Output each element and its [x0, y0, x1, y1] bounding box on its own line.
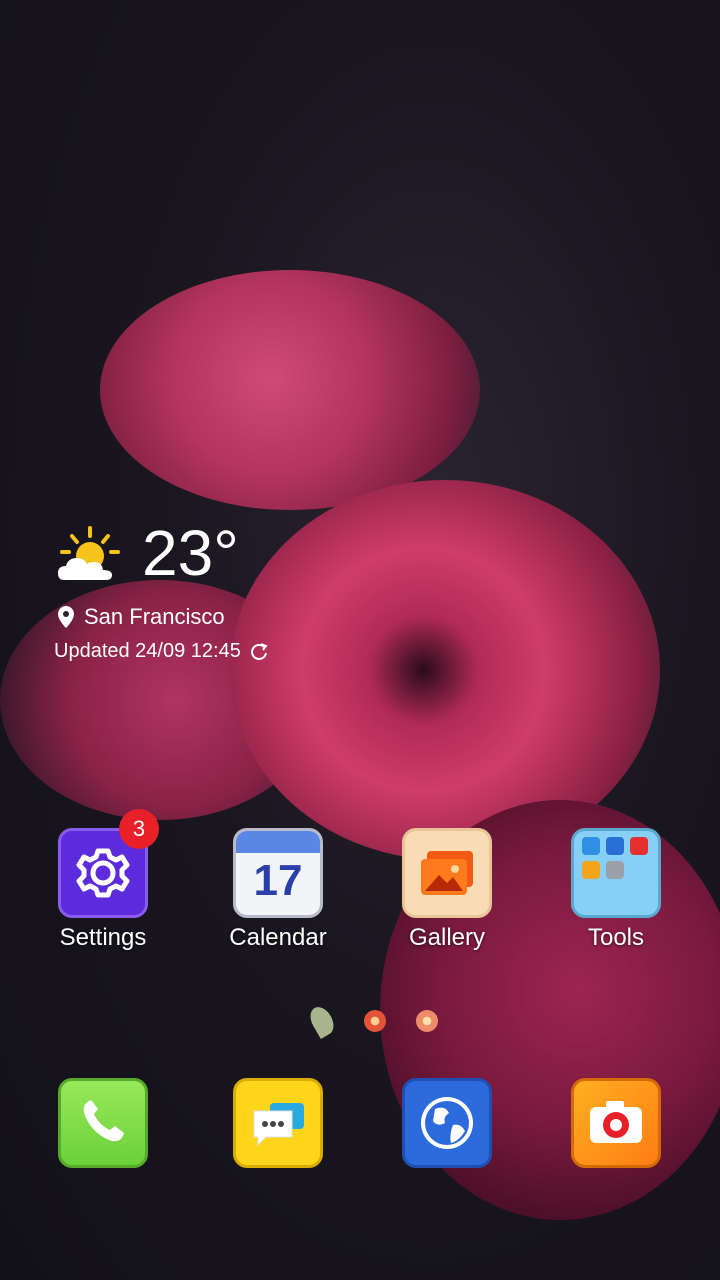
- dock-messages[interactable]: [213, 1078, 343, 1168]
- wallpaper-blossom: [364, 1010, 386, 1032]
- updated-row: Updated 24/09 12:45: [54, 640, 269, 663]
- calendar-icon: 17: [233, 828, 323, 918]
- dock-browser[interactable]: [382, 1078, 512, 1168]
- app-tools-folder[interactable]: Tools: [551, 828, 681, 952]
- folder-icon: [571, 828, 661, 918]
- browser-globe-icon: [402, 1078, 492, 1168]
- app-label: Tools: [587, 924, 645, 951]
- app-gallery[interactable]: Gallery: [382, 828, 512, 952]
- app-label: Calendar: [229, 924, 327, 951]
- folder-mini-icon: [582, 861, 600, 879]
- folder-mini-icon: [606, 837, 624, 855]
- phone-icon: [58, 1078, 148, 1168]
- dock-camera[interactable]: [551, 1078, 681, 1168]
- refresh-icon[interactable]: [249, 642, 269, 662]
- folder-mini-icon: [582, 837, 600, 855]
- app-label: Settings: [59, 924, 147, 951]
- location-pin-icon: [58, 606, 74, 628]
- message-icon: [233, 1078, 323, 1168]
- folder-mini-icon: [630, 837, 648, 855]
- app-settings[interactable]: 3 Settings: [38, 809, 168, 952]
- wallpaper-rose-top: [100, 270, 480, 510]
- wallpaper-leaf: [305, 1003, 339, 1039]
- partly-cloudy-sun-icon: [54, 524, 120, 584]
- image-icon: [402, 828, 492, 918]
- settings-icon: 3: [58, 809, 159, 918]
- calendar-header: [236, 831, 320, 853]
- updated-text: Updated 24/09 12:45: [54, 640, 241, 662]
- camera-icon: [571, 1078, 661, 1168]
- wallpaper-blossom: [416, 1010, 438, 1032]
- dock-phone[interactable]: [38, 1078, 168, 1168]
- notification-badge: 3: [119, 809, 159, 849]
- temperature: 23°: [142, 517, 239, 589]
- calendar-date: 17: [253, 856, 303, 905]
- app-label: Gallery: [408, 924, 486, 951]
- location-row: San Francisco: [58, 604, 225, 630]
- location-name: San Francisco: [84, 604, 225, 629]
- app-calendar[interactable]: 17 Calendar: [213, 828, 343, 952]
- wallpaper-rose-center: [230, 480, 660, 860]
- folder-mini-icon: [606, 861, 624, 879]
